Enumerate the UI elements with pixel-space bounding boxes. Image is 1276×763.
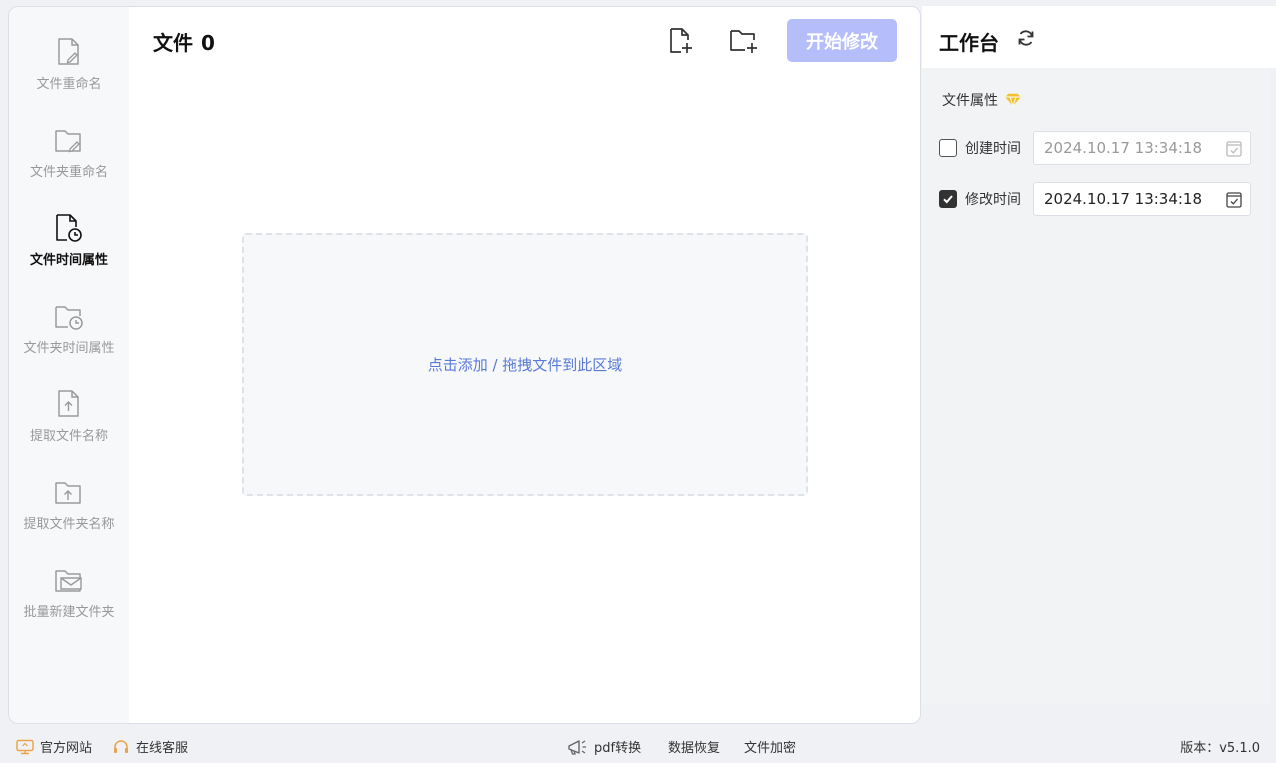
create-time-label: 创建时间 bbox=[965, 141, 1021, 157]
sidebar-item-batch-create-folder[interactable]: 批量新建文件夹 bbox=[9, 563, 129, 647]
online-support-link[interactable]: 在线客服 bbox=[112, 737, 188, 756]
create-time-input[interactable]: 2024.10.17 13:34:18 bbox=[1033, 131, 1251, 165]
add-file-button[interactable] bbox=[667, 27, 695, 55]
folder-edit-icon bbox=[55, 130, 81, 153]
headset-icon bbox=[114, 739, 128, 753]
pdf-convert-link[interactable]: pdf转换 bbox=[566, 737, 641, 756]
sidebar-item-label: 提取文件名称 bbox=[29, 429, 108, 444]
modify-time-input[interactable]: 2024.10.17 13:34:18 bbox=[1033, 182, 1251, 216]
sidebar-item-label: 提取文件夹名称 bbox=[23, 517, 115, 532]
file-add-icon bbox=[670, 28, 692, 53]
megaphone-icon bbox=[568, 739, 586, 755]
sidebar-item-folder-rename[interactable]: 文件夹重命名 bbox=[9, 123, 129, 207]
sidebar-item-label: 文件夹时间属性 bbox=[23, 341, 115, 356]
calendar-icon[interactable] bbox=[1225, 191, 1243, 209]
pdf-convert-label: pdf转换 bbox=[594, 741, 642, 756]
workbench-panel: 文件属性 创建时间 2024.10.17 13:34:18 修改时间 2024.… bbox=[922, 68, 1270, 704]
online-support-label: 在线客服 bbox=[136, 741, 189, 756]
workbench-title: 工作台 bbox=[939, 31, 999, 55]
dropzone-text: 点击添加 / 拖拽文件到此区域 bbox=[427, 356, 623, 374]
file-encrypt-link[interactable]: 文件加密 bbox=[744, 737, 796, 756]
monitor-icon bbox=[16, 739, 34, 754]
modify-time-checkbox[interactable] bbox=[939, 190, 957, 208]
sidebar-item-file-time[interactable]: 文件时间属性 bbox=[9, 211, 129, 295]
calendar-icon[interactable] bbox=[1225, 140, 1243, 158]
refresh-icon[interactable] bbox=[1016, 28, 1036, 48]
file-count: 0 bbox=[201, 31, 215, 55]
create-time-value: 2024.10.17 13:34:18 bbox=[1044, 139, 1203, 157]
check-icon bbox=[943, 195, 953, 204]
file-encrypt-label: 文件加密 bbox=[744, 741, 797, 756]
status-bar: 官方网站 在线客服 pdf转换 数据恢复 文件加密 版本：v5.1.0 bbox=[0, 728, 1276, 763]
data-recovery-label: 数据恢复 bbox=[668, 741, 721, 756]
create-time-row: 创建时间 2024.10.17 13:34:18 bbox=[939, 131, 1251, 165]
sidebar-item-label: 文件重命名 bbox=[36, 77, 102, 92]
file-dropzone[interactable]: 点击添加 / 拖拽文件到此区域 bbox=[242, 233, 808, 496]
sidebar-item-extract-file-name[interactable]: 提取文件名称 bbox=[9, 387, 129, 471]
file-upload-icon bbox=[58, 390, 79, 417]
section-title-text: 文件属性 bbox=[942, 93, 998, 109]
modify-time-label: 修改时间 bbox=[965, 192, 1021, 208]
workbench-header: 工作台 bbox=[922, 6, 1276, 68]
modify-time-row: 修改时间 2024.10.17 13:34:18 bbox=[939, 182, 1251, 216]
page-title: 文件 0 bbox=[153, 27, 215, 56]
sidebar: 文件重命名 文件夹重命名 文件时间属性 文件夹时间属性 提取文件名称 提取文件夹… bbox=[9, 7, 129, 723]
add-folder-button[interactable] bbox=[729, 27, 759, 55]
file-list-area: 文件 0 开始修改 点击添加 / 拖拽文件到此区域 bbox=[129, 7, 920, 723]
folder-upload-icon bbox=[55, 482, 81, 504]
folder-clock-icon bbox=[55, 306, 83, 330]
sidebar-item-file-rename[interactable]: 文件重命名 bbox=[9, 35, 129, 119]
create-time-checkbox[interactable] bbox=[939, 139, 957, 157]
title-text: 文件 bbox=[153, 31, 193, 55]
official-website-label: 官方网站 bbox=[40, 741, 93, 756]
folder-mail-icon bbox=[55, 570, 82, 592]
sidebar-item-folder-time[interactable]: 文件夹时间属性 bbox=[9, 299, 129, 383]
modify-time-value: 2024.10.17 13:34:18 bbox=[1044, 190, 1203, 208]
data-recovery-link[interactable]: 数据恢复 bbox=[668, 737, 720, 756]
sidebar-item-label: 文件夹重命名 bbox=[29, 165, 108, 180]
sidebar-item-extract-folder-name[interactable]: 提取文件夹名称 bbox=[9, 475, 129, 559]
start-modify-button[interactable]: 开始修改 bbox=[787, 19, 897, 62]
official-website-link[interactable]: 官方网站 bbox=[16, 737, 92, 756]
section-title: 文件属性 bbox=[942, 90, 1022, 110]
diamond-vip-icon bbox=[1005, 93, 1021, 107]
file-edit-icon bbox=[58, 38, 79, 65]
version-label: 版本：v5.1.0 bbox=[1180, 741, 1260, 756]
sidebar-item-label: 批量新建文件夹 bbox=[23, 605, 115, 620]
file-clock-icon bbox=[56, 214, 82, 242]
sidebar-item-label: 文件时间属性 bbox=[29, 253, 108, 268]
folder-add-icon bbox=[730, 30, 757, 53]
main-card: 文件重命名 文件夹重命名 文件时间属性 文件夹时间属性 提取文件名称 提取文件夹… bbox=[8, 6, 921, 724]
